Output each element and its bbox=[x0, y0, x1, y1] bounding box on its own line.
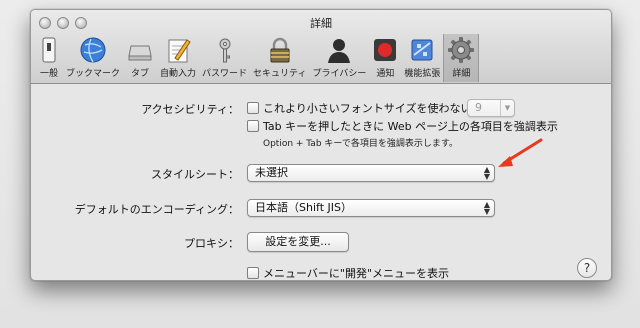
tab-bookmarks-label: ブックマーク bbox=[66, 69, 121, 79]
develop-menu-checkbox-label: メニューバーに"開発"メニューを表示 bbox=[263, 267, 450, 280]
tab-advanced-label: 詳細 bbox=[452, 69, 471, 79]
tab-general-label: 一般 bbox=[39, 69, 58, 79]
tab-highlight-note: Option + Tab キーで各項目を強調表示します。 bbox=[263, 139, 458, 149]
stylesheet-select[interactable]: 未選択 ▲ ▼ bbox=[247, 164, 495, 182]
min-font-checkbox-label: これより小さいフォントサイズを使わない： bbox=[263, 102, 483, 115]
tab-extensions-label: 機能拡張 bbox=[404, 69, 441, 79]
tab-extensions[interactable]: 機能拡張 bbox=[401, 34, 443, 82]
padlock-icon bbox=[270, 37, 290, 63]
tab-bookmarks[interactable]: ブックマーク bbox=[63, 34, 123, 82]
notification-icon bbox=[374, 39, 397, 61]
toolbar: 詳細 一般 ブックマーク タブ 自動入力 パスワード セキュリティ プライバシー… bbox=[31, 10, 611, 84]
proxy-label: プロキシ： bbox=[184, 237, 239, 250]
tab-highlight-checkbox[interactable] bbox=[247, 120, 259, 132]
stylesheet-label: スタイルシート： bbox=[151, 168, 239, 181]
person-silhouette-icon bbox=[328, 39, 351, 63]
preferences-window: 詳細 一般 ブックマーク タブ 自動入力 パスワード セキュリティ プライバシー… bbox=[30, 9, 612, 281]
min-font-checkbox[interactable] bbox=[247, 102, 259, 114]
tab-tabs[interactable]: タブ bbox=[123, 34, 157, 82]
tabs-icon bbox=[128, 45, 152, 61]
accessibility-label: アクセシビリティ： bbox=[141, 103, 239, 116]
gear-icon bbox=[448, 37, 475, 63]
tab-privacy-label: プライバシー bbox=[312, 69, 367, 79]
change-proxy-settings-button[interactable]: 設定を変更... bbox=[247, 232, 349, 252]
puzzle-icon bbox=[411, 39, 433, 61]
globe-icon bbox=[80, 37, 106, 63]
switch-icon bbox=[42, 37, 56, 63]
encoding-value: 日本語（Shift JIS） bbox=[255, 201, 352, 214]
develop-menu-checkbox[interactable] bbox=[247, 267, 259, 279]
min-font-row: これより小さいフォントサイズを使わない： bbox=[247, 100, 482, 116]
tab-highlight-checkbox-label: Tab キーを押したときに Web ページ上の各項目を強調表示 bbox=[263, 120, 558, 133]
develop-menu-row: メニューバーに"開発"メニューを表示 bbox=[247, 265, 450, 280]
tab-general[interactable]: 一般 bbox=[35, 34, 63, 82]
tab-autofill-label: 自動入力 bbox=[160, 69, 197, 79]
desktop-background: 詳細 一般 ブックマーク タブ 自動入力 パスワード セキュリティ プライバシー… bbox=[0, 0, 640, 328]
min-font-size-select[interactable]: 9 ▼ bbox=[467, 99, 515, 117]
encoding-label: デフォルトのエンコーディング： bbox=[74, 203, 239, 216]
chevron-down-icon: ▼ bbox=[500, 100, 514, 116]
tab-notifications[interactable]: 通知 bbox=[369, 34, 401, 82]
tab-passwords-label: パスワード bbox=[202, 69, 248, 79]
stylesheet-value: 未選択 bbox=[255, 166, 288, 179]
tab-security[interactable]: セキュリティ bbox=[250, 34, 309, 82]
tab-passwords[interactable]: パスワード bbox=[199, 34, 250, 82]
tab-privacy[interactable]: プライバシー bbox=[310, 34, 370, 82]
advanced-pane: アクセシビリティ： これより小さいフォントサイズを使わない： 9 ▼ Tab キ… bbox=[31, 84, 611, 280]
min-font-size-value: 9 bbox=[475, 101, 482, 114]
tab-security-label: セキュリティ bbox=[253, 69, 307, 79]
encoding-select[interactable]: 日本語（Shift JIS） ▲ ▼ bbox=[247, 199, 495, 217]
pencil-form-icon bbox=[168, 39, 191, 63]
tab-autofill[interactable]: 自動入力 bbox=[157, 34, 199, 82]
tab-tabs-label: タブ bbox=[131, 69, 150, 79]
tab-highlight-row: Tab キーを押したときに Web ページ上の各項目を強調表示 bbox=[247, 118, 558, 134]
tab-advanced[interactable]: 詳細 bbox=[443, 34, 480, 82]
updown-arrows-icon: ▲ ▼ bbox=[483, 200, 490, 216]
preference-tabs: 一般 ブックマーク タブ 自動入力 パスワード セキュリティ プライバシー 通知… bbox=[35, 34, 480, 82]
tab-notifications-label: 通知 bbox=[376, 69, 395, 79]
key-icon bbox=[219, 38, 231, 63]
window-title: 詳細 bbox=[310, 17, 332, 30]
help-button[interactable]: ? bbox=[577, 258, 597, 278]
updown-arrows-icon: ▲ ▼ bbox=[483, 165, 490, 181]
